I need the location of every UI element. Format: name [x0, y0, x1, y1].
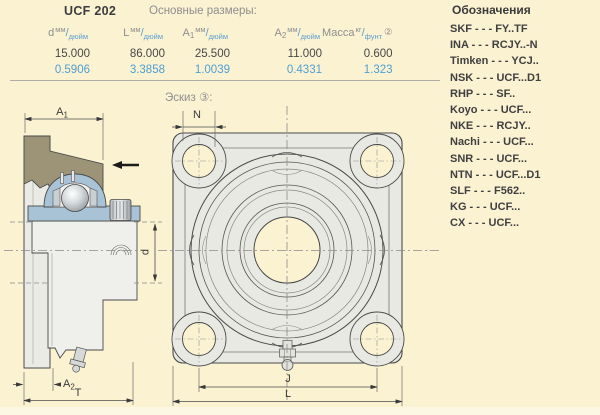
dimension-column: Массакг/фунт② 0.600 1.323: [322, 27, 393, 80]
dim-label-d: d: [140, 249, 152, 255]
designation-item: NSK - - - UCF...D1: [450, 70, 598, 86]
grease-fitting-side: [68, 346, 89, 374]
value-inch: 1.0039: [165, 64, 230, 80]
value-inch: 0.5906: [20, 64, 90, 80]
column-header: Массакг/фунт②: [322, 27, 393, 48]
dim-label-t: T: [75, 387, 82, 399]
dim-label-a2: A2: [63, 378, 75, 392]
seal-right: [90, 188, 97, 206]
table-divider: [10, 80, 440, 81]
value-mm: 86.000: [90, 48, 165, 64]
value-mm: 25.500: [165, 48, 230, 64]
bearing-ball: [62, 185, 89, 212]
dim-label-j: J: [285, 373, 291, 385]
value-mm: 15.000: [20, 48, 90, 64]
technical-drawing: A1 d A2 T N J: [0, 84, 445, 415]
dimension-column: A2мм/дюйм 11.000 0.4331: [230, 27, 322, 80]
designation-item: CX - - - UCF...: [450, 215, 598, 231]
column-header: dмм/дюйм: [20, 27, 90, 48]
designation-item: INA - - - RCJY..-N: [450, 37, 598, 53]
value-inch: 0.4331: [230, 64, 322, 80]
dimension-column: Lмм/дюйм 86.000 3.3858: [90, 27, 165, 80]
column-header: Lмм/дюйм: [90, 27, 165, 48]
dimensions-section-title: Основные размеры:: [149, 5, 257, 17]
designations-title: Обозначения: [452, 3, 598, 17]
catalog-page: UCF 202 Основные размеры: dмм/дюйм 15.00…: [0, 0, 600, 415]
dim-label-a1: A1: [56, 106, 68, 120]
side-view-drawing: [10, 136, 140, 374]
designations-panel: Обозначения SKF - - - FY..TF INA - - - R…: [450, 3, 598, 232]
designation-item: Nachi - - - UCF...: [450, 134, 598, 150]
housing-body: [32, 221, 137, 358]
bolt-hole: [183, 323, 216, 356]
designations-list: SKF - - - FY..TF INA - - - RCJY..-N Timk…: [450, 21, 598, 232]
bolt-hole: [183, 145, 216, 178]
designation-item: SLF - - - F562..: [450, 183, 598, 199]
designation-item: NTN - - - UCF...D1: [450, 167, 598, 183]
front-view-drawing: [172, 133, 404, 371]
designation-item: Timken - - - YCJ..: [450, 53, 598, 69]
dimension-column: dмм/дюйм 15.000 0.5906: [20, 27, 90, 80]
bolt-hole: [361, 323, 394, 356]
dim-label-n: N: [193, 109, 201, 121]
value-inch: 3.3858: [90, 64, 165, 80]
designation-item: SKF - - - FY..TF: [450, 21, 598, 37]
value-mm: 11.000: [230, 48, 322, 64]
designation-item: NKE - - - RCJY..: [450, 118, 598, 134]
bolt-hole: [361, 145, 394, 178]
part-number: UCF 202: [64, 4, 116, 18]
designation-item: KG - - - UCF...: [450, 199, 598, 215]
seal-left: [53, 188, 60, 206]
designation-item: Koyo - - - UCF...: [450, 102, 598, 118]
dimensions-table: dмм/дюйм 15.000 0.5906 Lмм/дюйм 86.000 3…: [20, 27, 393, 80]
bottom-strip: [0, 407, 600, 415]
value-inch: 1.323: [322, 64, 393, 80]
designation-item: SNR - - - UCF...: [450, 151, 598, 167]
dim-label-l: L: [285, 388, 291, 400]
dimension-column: A1мм/дюйм 25.500 1.0039: [165, 27, 230, 80]
column-header: A2мм/дюйм: [230, 27, 322, 48]
value-mm: 0.600: [322, 48, 393, 64]
mounting-direction-arrow: [112, 161, 139, 169]
column-header: A1мм/дюйм: [165, 27, 230, 48]
designation-item: RHP - - - SF..: [450, 86, 598, 102]
